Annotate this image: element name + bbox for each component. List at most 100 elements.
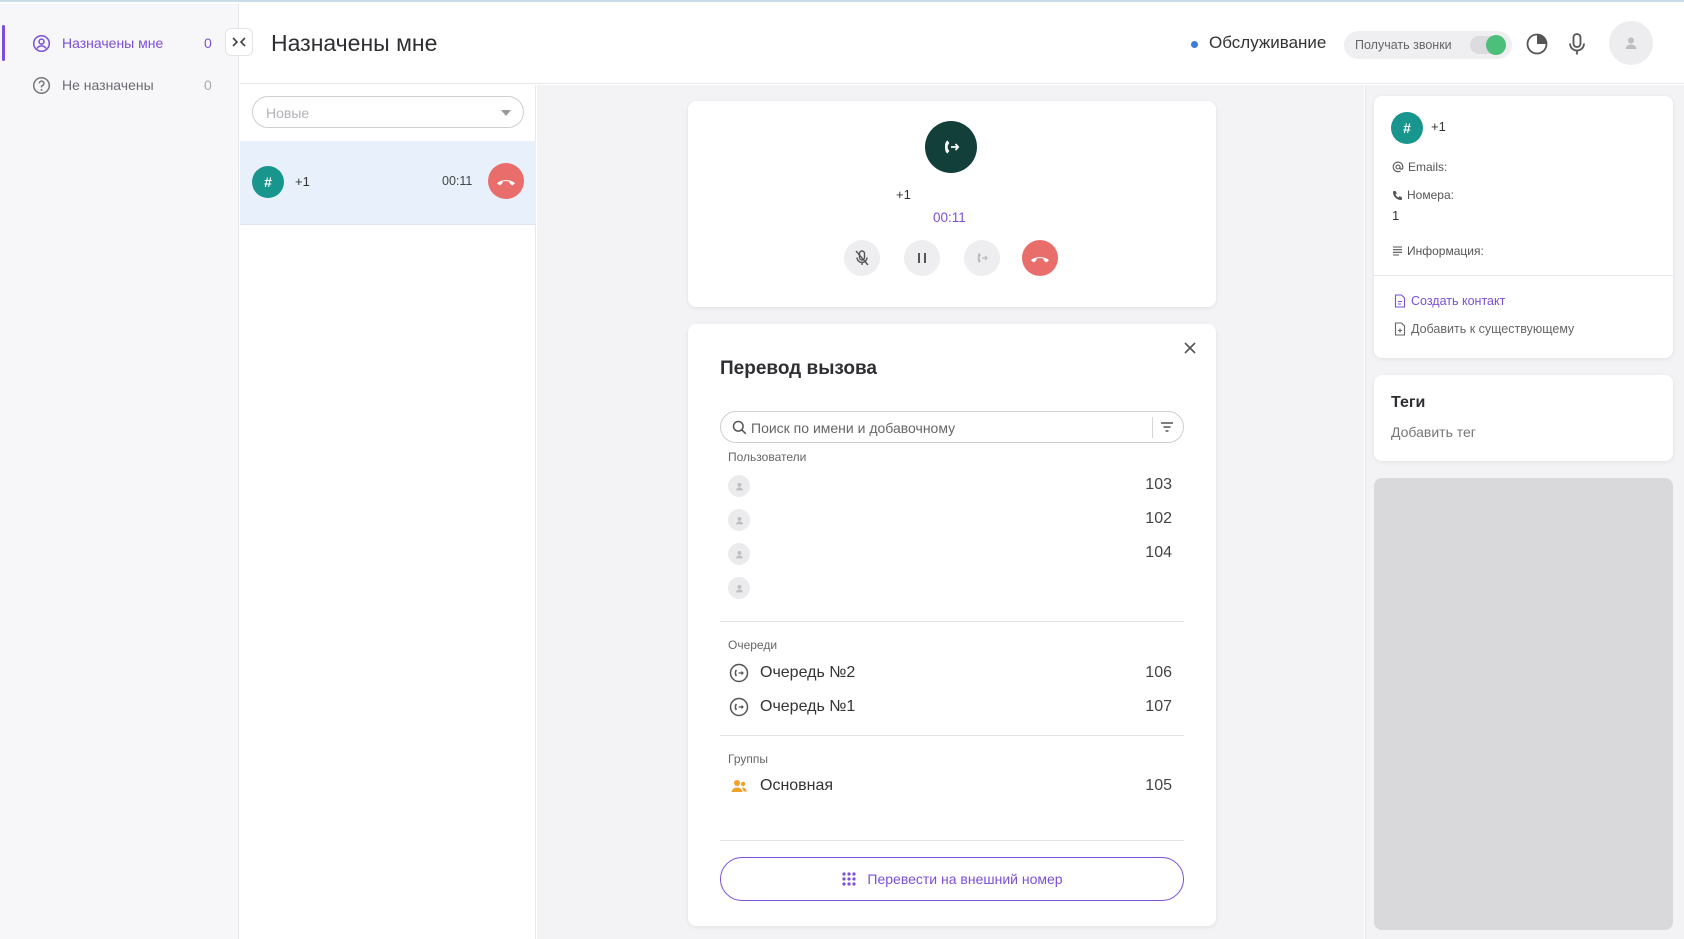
info-field: Информация: xyxy=(1392,244,1484,258)
create-contact-link[interactable]: Создать контакт xyxy=(1394,294,1505,308)
contact-number: +1 xyxy=(1431,119,1446,134)
info-label: Информация: xyxy=(1407,244,1484,258)
search-placeholder: Поиск по имени и добавочному xyxy=(751,420,956,436)
transfer-search-input[interactable]: Поиск по имени и добавочному xyxy=(720,411,1184,443)
call-transfer-icon xyxy=(977,253,988,263)
calls-filter-select[interactable]: Новые xyxy=(252,96,524,128)
sidebar: Назначены мне 0 Не назначены 0 xyxy=(0,4,239,939)
collapse-sidebar-button[interactable] xyxy=(225,28,253,56)
user-row[interactable] xyxy=(724,572,1180,602)
microphone-icon[interactable] xyxy=(1564,31,1590,57)
hangup-icon xyxy=(1031,257,1049,263)
queue-icon xyxy=(729,697,749,717)
calls-list-panel: Новые # +1 00:11 xyxy=(240,85,536,939)
user-row[interactable]: 104 xyxy=(724,538,1180,568)
status-selector[interactable]: Обслуживание xyxy=(1209,33,1326,53)
call-transfer-panel: Перевод вызова Поиск по имени и добавочн… xyxy=(688,324,1216,926)
user-avatar xyxy=(728,577,750,599)
group-name: Основная xyxy=(760,777,834,794)
sidebar-item-unassigned[interactable]: Не назначены 0 xyxy=(0,65,239,105)
document-plus-icon xyxy=(1394,294,1406,308)
user-icon xyxy=(735,516,743,524)
user-extension: 102 xyxy=(1145,510,1172,527)
sidebar-item-count: 0 xyxy=(204,35,212,51)
transfer-title: Перевод вызова xyxy=(720,358,878,379)
user-icon xyxy=(735,584,743,592)
call-list-item[interactable]: # +1 00:11 xyxy=(240,141,536,225)
transfer-button[interactable] xyxy=(964,240,1000,276)
user-icon xyxy=(735,482,743,490)
dialpad-icon xyxy=(842,872,857,886)
filter-placeholder: Новые xyxy=(266,105,310,121)
section-divider xyxy=(720,735,1184,736)
numbers-label: Номера: xyxy=(1407,188,1454,202)
toggle-knob xyxy=(1486,35,1506,55)
header: Назначены мне Обслуживание Получать звон… xyxy=(240,4,1684,84)
user-circle-icon xyxy=(32,34,51,53)
queue-row[interactable]: Очередь №2 106 xyxy=(724,658,1180,688)
tags-title: Теги xyxy=(1391,394,1426,411)
card-divider xyxy=(1374,275,1673,276)
transfer-external-label: Перевести на внешний номер xyxy=(867,871,1063,887)
question-circle-icon xyxy=(32,76,51,95)
close-button[interactable] xyxy=(1180,338,1200,358)
section-divider xyxy=(720,840,1184,841)
mic-off-icon xyxy=(855,250,869,266)
active-call-card: +1 00:11 xyxy=(688,101,1216,307)
receive-calls-label: Получать звонки xyxy=(1355,38,1452,52)
transfer-external-number-button[interactable]: Перевести на внешний номер xyxy=(720,857,1184,901)
receive-calls-toggle[interactable]: Получать звонки xyxy=(1344,31,1512,59)
group-row[interactable]: Основная 105 xyxy=(724,771,1180,801)
sidebar-item-label: Не назначены xyxy=(62,77,154,93)
emails-field: Emails: xyxy=(1392,160,1447,174)
sidebar-item-label: Назначены мне xyxy=(62,35,164,51)
groups-section-label: Группы xyxy=(728,752,768,766)
chevron-down-icon xyxy=(501,110,511,116)
group-extension: 105 xyxy=(1145,777,1172,794)
tags-card: Теги Добавить тег xyxy=(1374,375,1673,461)
queue-extension: 106 xyxy=(1145,664,1172,681)
hold-button[interactable] xyxy=(904,240,940,276)
add-to-existing-link[interactable]: Добавить к существующему xyxy=(1394,322,1574,336)
queue-name: Очередь №2 xyxy=(760,664,856,681)
close-icon xyxy=(1184,342,1196,354)
hangup-button[interactable] xyxy=(1022,240,1058,276)
hangup-icon xyxy=(497,180,515,186)
hangup-button[interactable] xyxy=(488,163,524,199)
emails-label: Emails: xyxy=(1408,160,1448,174)
status-dot xyxy=(1191,41,1198,48)
user-row[interactable]: 103 xyxy=(724,470,1180,500)
document-add-icon xyxy=(1394,322,1406,336)
add-tag-link[interactable]: Добавить тег xyxy=(1391,424,1476,440)
user-avatar xyxy=(728,543,750,565)
user-row[interactable]: 102 xyxy=(724,504,1180,534)
active-call-number: +1 xyxy=(896,187,911,202)
text-lines-icon xyxy=(1393,246,1402,256)
placeholder-block xyxy=(1374,478,1673,930)
page-title: Назначены мне xyxy=(271,30,438,56)
queue-row[interactable]: Очередь №1 107 xyxy=(724,692,1180,722)
queue-name: Очередь №1 xyxy=(760,698,856,715)
call-transfer-icon xyxy=(925,121,977,173)
section-divider xyxy=(720,621,1184,622)
pause-icon xyxy=(918,253,926,263)
sidebar-item-assigned-to-me[interactable]: Назначены мне 0 xyxy=(0,23,239,63)
hash-avatar: # xyxy=(252,166,284,198)
filter-icon[interactable] xyxy=(1160,421,1174,433)
user-icon xyxy=(1625,37,1637,49)
search-icon xyxy=(732,420,747,435)
add-to-existing-label: Добавить к существующему xyxy=(1411,322,1575,336)
call-number: +1 xyxy=(295,174,310,189)
toggle-switch[interactable] xyxy=(1470,35,1506,55)
user-avatar xyxy=(728,509,750,531)
user-avatar[interactable] xyxy=(1609,21,1653,65)
active-call-duration: 00:11 xyxy=(933,210,966,225)
pie-chart-icon[interactable] xyxy=(1524,31,1550,57)
contact-card: # +1 Emails: Номера: 1 Информация: Созда… xyxy=(1374,96,1673,358)
user-extension: 104 xyxy=(1145,544,1172,561)
sidebar-item-count: 0 xyxy=(204,77,212,93)
search-divider xyxy=(1152,417,1153,438)
user-avatar xyxy=(728,475,750,497)
mute-button[interactable] xyxy=(844,240,880,276)
numbers-field: Номера: xyxy=(1392,188,1454,202)
